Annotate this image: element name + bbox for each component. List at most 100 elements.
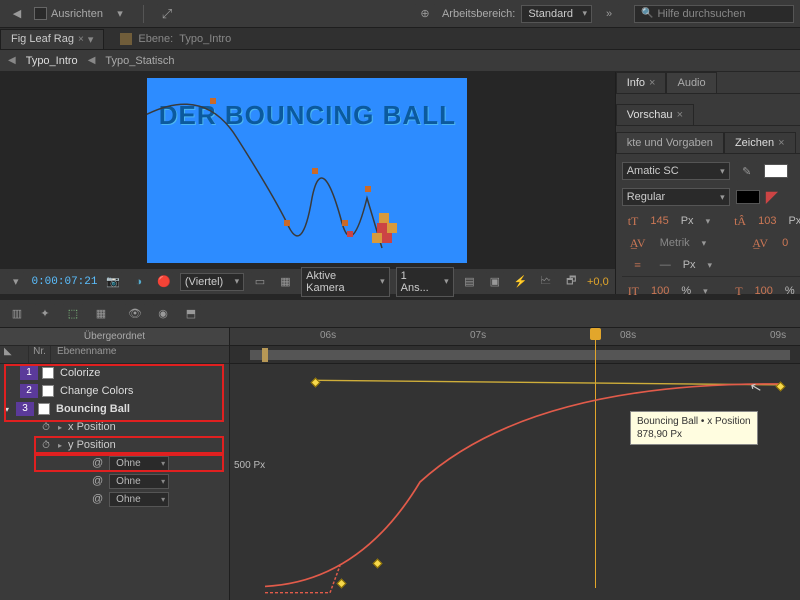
timeline-icon[interactable]: 🗠: [536, 271, 555, 293]
align-label: Ausrichten: [51, 8, 103, 20]
grid-icon[interactable]: ▦: [276, 271, 295, 293]
project-tab-label: Fig Leaf Rag: [11, 33, 74, 45]
fast-preview-icon[interactable]: ⚡: [511, 271, 530, 293]
hscale-icon: T: [735, 283, 742, 299]
help-search[interactable]: Hilfe durchsuchen: [634, 5, 794, 23]
fontsize-value[interactable]: 145: [650, 215, 668, 227]
snapping-icon[interactable]: ⤢: [156, 3, 178, 25]
views-dropdown[interactable]: 1 Ans...: [396, 267, 454, 297]
parent-dropdown[interactable]: Ohne: [109, 492, 169, 507]
chevrons-icon[interactable]: »: [598, 3, 620, 25]
arrow-back-icon[interactable]: ◀: [6, 3, 28, 25]
twirl-icon[interactable]: ▸: [58, 423, 62, 432]
pixel-aspect-icon[interactable]: ▣: [485, 271, 504, 293]
audio-tab[interactable]: Audio: [666, 72, 716, 93]
chevron-left-icon: ◀: [88, 55, 96, 66]
align-checkbox[interactable]: Ausrichten: [34, 7, 103, 20]
property-row[interactable]: ⏱ ▸ x Position: [0, 418, 229, 436]
parent-dropdown[interactable]: Ohne: [109, 456, 169, 471]
font-dropdown[interactable]: Amatic SC: [622, 162, 730, 180]
twirl-icon[interactable]: ▾: [0, 405, 14, 414]
vscale-icon: IT: [628, 283, 639, 299]
dropdown-icon[interactable]: ▾: [109, 3, 131, 25]
time-ruler[interactable]: 06s 07s 08s 09s: [230, 328, 800, 346]
layer-row-selected[interactable]: ▾ 3 Bouncing Ball: [0, 400, 229, 418]
timecode[interactable]: 0:00:07:21: [31, 276, 97, 288]
col-flags: ◣: [0, 346, 28, 363]
channels-icon[interactable]: ◑: [129, 271, 148, 293]
tracking-value[interactable]: 0: [782, 237, 788, 249]
close-icon[interactable]: ×: [649, 77, 655, 89]
eye-icon[interactable]: 👁: [124, 303, 146, 325]
magnify-dd-icon[interactable]: ▾: [6, 271, 25, 293]
close-icon[interactable]: ×: [778, 137, 784, 149]
layer-indicator: Ebene: Typo_Intro: [120, 33, 231, 45]
layer-row[interactable]: 1 Colorize: [0, 364, 229, 382]
presets-tab[interactable]: kte und Vorgaben: [616, 132, 724, 153]
roi-icon[interactable]: ▭: [250, 271, 269, 293]
parent-dropdown[interactable]: Ohne: [109, 474, 169, 489]
fill-swatch[interactable]: [764, 164, 788, 178]
graph-type-icon[interactable]: ▥: [6, 303, 28, 325]
work-area-handle[interactable]: [262, 348, 268, 362]
workspace-label: Arbeitsbereich:: [442, 8, 515, 20]
close-icon[interactable]: ×: [677, 109, 683, 121]
breadcrumb-a[interactable]: Typo_Intro: [26, 55, 78, 67]
leading-icon: tÂ: [734, 213, 746, 229]
choose-prop-icon[interactable]: ✦: [34, 303, 56, 325]
breadcrumb-b[interactable]: Typo_Statisch: [105, 55, 174, 67]
info-tab[interactable]: Info×: [616, 72, 667, 93]
search-comp-icon[interactable]: ⊕: [414, 3, 436, 25]
snapshot-icon[interactable]: 📷: [103, 271, 122, 293]
chevron-left-icon[interactable]: ◀: [8, 55, 16, 66]
layer-name-text: Typo_Intro: [179, 33, 231, 45]
tracking-icon: A̲V: [750, 235, 770, 251]
close-icon[interactable]: ×: [78, 34, 84, 45]
fontsize-icon: tT: [628, 213, 639, 229]
resolution-dropdown[interactable]: (Viertel): [180, 273, 244, 291]
work-area-bar[interactable]: [250, 350, 790, 360]
layer-swatch: [42, 385, 54, 397]
exposure-value[interactable]: +0,0: [587, 276, 609, 288]
layer-swatch: [38, 403, 50, 415]
layer-label-text: Ebene:: [138, 33, 173, 45]
show-icon[interactable]: ⬚: [62, 303, 84, 325]
parent-header: Übergeordnet: [0, 328, 229, 346]
weight-dropdown[interactable]: Regular: [622, 188, 730, 206]
no-stroke-icon[interactable]: ◤: [766, 187, 778, 207]
project-tab[interactable]: Fig Leaf Rag × ▾: [0, 29, 104, 49]
rgb-icon[interactable]: 🔴: [154, 271, 173, 293]
graph-curve-icon: [230, 364, 800, 600]
col-nr: Nr.: [28, 346, 50, 363]
kerning-value[interactable]: Metrik: [660, 237, 690, 249]
work-area[interactable]: [230, 346, 800, 364]
parent-dropdown-row: @ Ohne: [0, 490, 229, 508]
prop-label: x Position: [68, 421, 116, 433]
composition-canvas[interactable]: DER BOUNCING BALL: [147, 78, 467, 263]
camera-dropdown[interactable]: Aktive Kamera: [301, 267, 389, 297]
col-name: Ebenenname: [50, 346, 229, 363]
panel-menu-icon[interactable]: ▾: [88, 33, 94, 46]
flowchart-icon[interactable]: 🗗: [562, 271, 581, 293]
character-tab[interactable]: Zeichen×: [724, 132, 796, 153]
graph-tooltip: Bouncing Ball • x Position 878,90 Px: [630, 411, 758, 445]
stopwatch-icon[interactable]: ⏱: [40, 421, 52, 433]
property-row[interactable]: ⏱ ▸ y Position: [0, 436, 229, 454]
preview-tab[interactable]: Vorschau×: [616, 104, 694, 125]
view-icon[interactable]: ▤: [460, 271, 479, 293]
disc-icon[interactable]: ◉: [152, 303, 174, 325]
layers-icon[interactable]: ▦: [90, 303, 112, 325]
kerning-icon: A̲V: [628, 235, 648, 251]
pickwhip-icon[interactable]: @: [92, 475, 103, 487]
stopwatch-icon[interactable]: ⏱: [40, 439, 52, 451]
layer-row[interactable]: 2 Change Colors: [0, 382, 229, 400]
leading-value[interactable]: 103: [758, 215, 776, 227]
pickwhip-icon[interactable]: @: [92, 493, 103, 505]
eyedropper-icon[interactable]: ✎: [736, 160, 758, 182]
pickwhip-icon[interactable]: @: [92, 457, 103, 469]
workspace-dropdown[interactable]: Standard: [521, 5, 592, 23]
twirl-icon[interactable]: ▸: [58, 441, 62, 450]
snap-icon[interactable]: ⬒: [180, 303, 202, 325]
layer-swatch: [42, 367, 54, 379]
stroke-swatch[interactable]: [736, 190, 760, 204]
